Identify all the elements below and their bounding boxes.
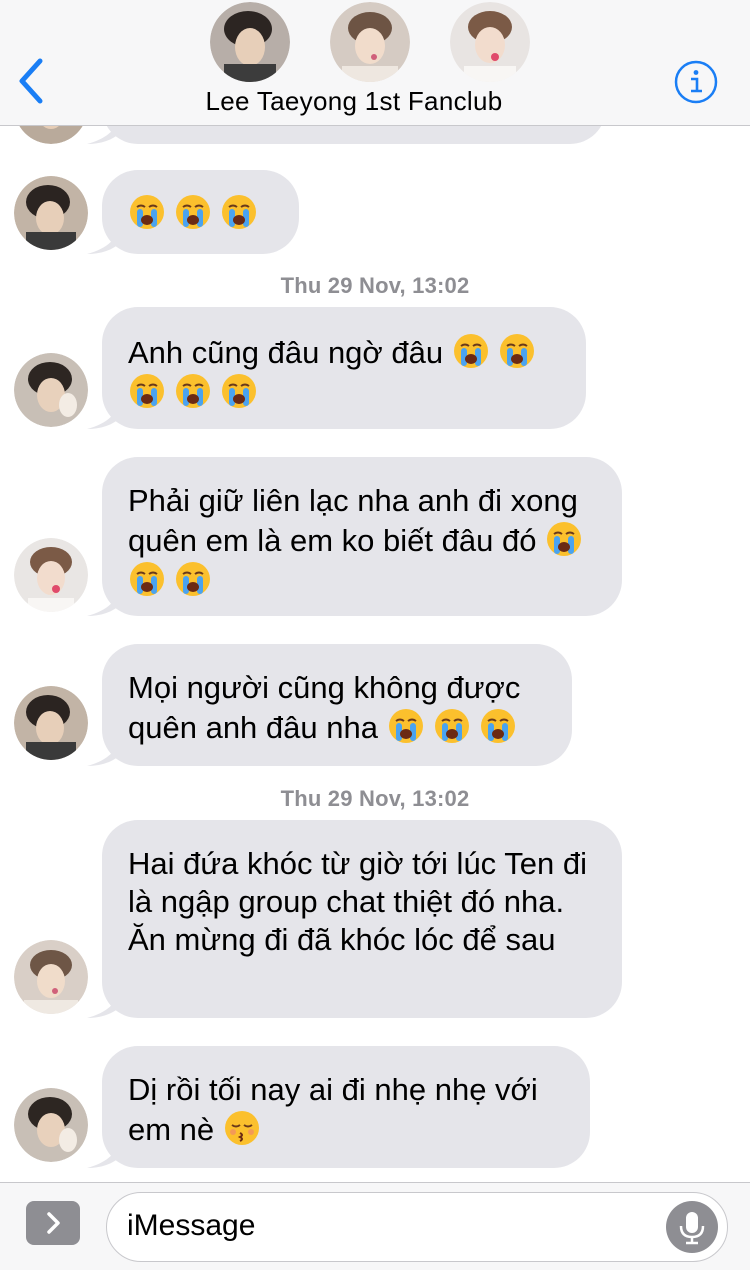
crying-emoji-icon bbox=[545, 520, 583, 558]
conversation-view[interactable]: Thu 29 Nov, 13:02 Anh cũng đâu ngờ đâu P… bbox=[0, 0, 750, 1182]
sender-avatar[interactable] bbox=[14, 538, 88, 612]
message-row: Hai đứa khóc từ giờ tới lúc Ten đi là ng… bbox=[0, 820, 750, 1018]
crying-emoji-icon bbox=[433, 707, 471, 745]
conversation-header: Lee Taeyong 1st Fanclub bbox=[0, 0, 750, 126]
group-member-avatar[interactable] bbox=[450, 2, 530, 82]
crying-emoji-icon bbox=[387, 707, 425, 745]
group-member-avatar[interactable] bbox=[330, 2, 410, 82]
sender-avatar[interactable] bbox=[14, 1088, 88, 1162]
message-text: Dị rồi tối nay ai đi nhẹ nhẹ với em nè bbox=[128, 1072, 538, 1147]
message-bubble[interactable]: Phải giữ liên lạc nha anh đi xong quên e… bbox=[87, 457, 622, 616]
crying-emoji-icon bbox=[128, 193, 166, 231]
group-member-avatar[interactable] bbox=[210, 2, 290, 82]
message-bubble[interactable]: Hai đứa khóc từ giờ tới lúc Ten đi là ng… bbox=[87, 820, 622, 1018]
crying-emoji-icon bbox=[479, 707, 517, 745]
crying-emoji-icon bbox=[128, 560, 166, 598]
message-row bbox=[0, 170, 750, 254]
message-text: Hai đứa khóc từ giờ tới lúc Ten đi là ng… bbox=[128, 846, 587, 957]
message-input[interactable]: iMessage bbox=[106, 1192, 728, 1262]
crying-emoji-icon bbox=[498, 332, 536, 370]
message-bubble[interactable]: Anh cũng đâu ngờ đâu bbox=[87, 307, 586, 429]
message-timestamp: Thu 29 Nov, 13:02 bbox=[280, 786, 470, 811]
crying-emoji-icon bbox=[452, 332, 490, 370]
message-row: Phải giữ liên lạc nha anh đi xong quên e… bbox=[0, 457, 750, 616]
emoji-group bbox=[128, 193, 273, 233]
message-text: Anh cũng đâu ngờ đâu bbox=[128, 335, 444, 370]
group-title[interactable]: Lee Taeyong 1st Fanclub bbox=[0, 86, 708, 117]
crying-emoji-icon bbox=[128, 372, 166, 410]
kissing-emoji-icon bbox=[223, 1109, 261, 1147]
chevron-right-icon bbox=[47, 1212, 60, 1234]
message-bubble[interactable]: Dị rồi tối nay ai đi nhẹ nhẹ với em nè bbox=[87, 1046, 590, 1168]
crying-emoji-icon bbox=[174, 560, 212, 598]
crying-emoji-icon bbox=[220, 372, 258, 410]
apps-button[interactable] bbox=[26, 1201, 80, 1245]
sender-avatar[interactable] bbox=[14, 353, 88, 427]
info-button[interactable] bbox=[674, 60, 718, 104]
info-circle-icon bbox=[674, 60, 718, 104]
message-bubble[interactable] bbox=[87, 170, 299, 254]
crying-emoji-icon bbox=[174, 372, 212, 410]
crying-emoji-icon bbox=[174, 193, 212, 231]
dictation-button[interactable] bbox=[666, 1201, 718, 1253]
message-input-placeholder: iMessage bbox=[127, 1209, 256, 1242]
message-row: Anh cũng đâu ngờ đâu bbox=[0, 307, 750, 429]
message-composer: iMessage bbox=[0, 1182, 750, 1270]
message-row: Mọi người cũng không được quên anh đâu n… bbox=[0, 644, 750, 766]
sender-avatar[interactable] bbox=[14, 940, 88, 1014]
microphone-icon bbox=[679, 1212, 705, 1245]
message-bubble[interactable]: Mọi người cũng không được quên anh đâu n… bbox=[87, 644, 572, 766]
crying-emoji-icon bbox=[220, 193, 258, 231]
message-text: Phải giữ liên lạc nha anh đi xong quên e… bbox=[128, 483, 578, 558]
sender-avatar[interactable] bbox=[14, 686, 88, 760]
message-timestamp: Thu 29 Nov, 13:02 bbox=[280, 273, 470, 298]
message-row: Dị rồi tối nay ai đi nhẹ nhẹ với em nè bbox=[0, 1046, 750, 1168]
sender-avatar[interactable] bbox=[14, 176, 88, 250]
